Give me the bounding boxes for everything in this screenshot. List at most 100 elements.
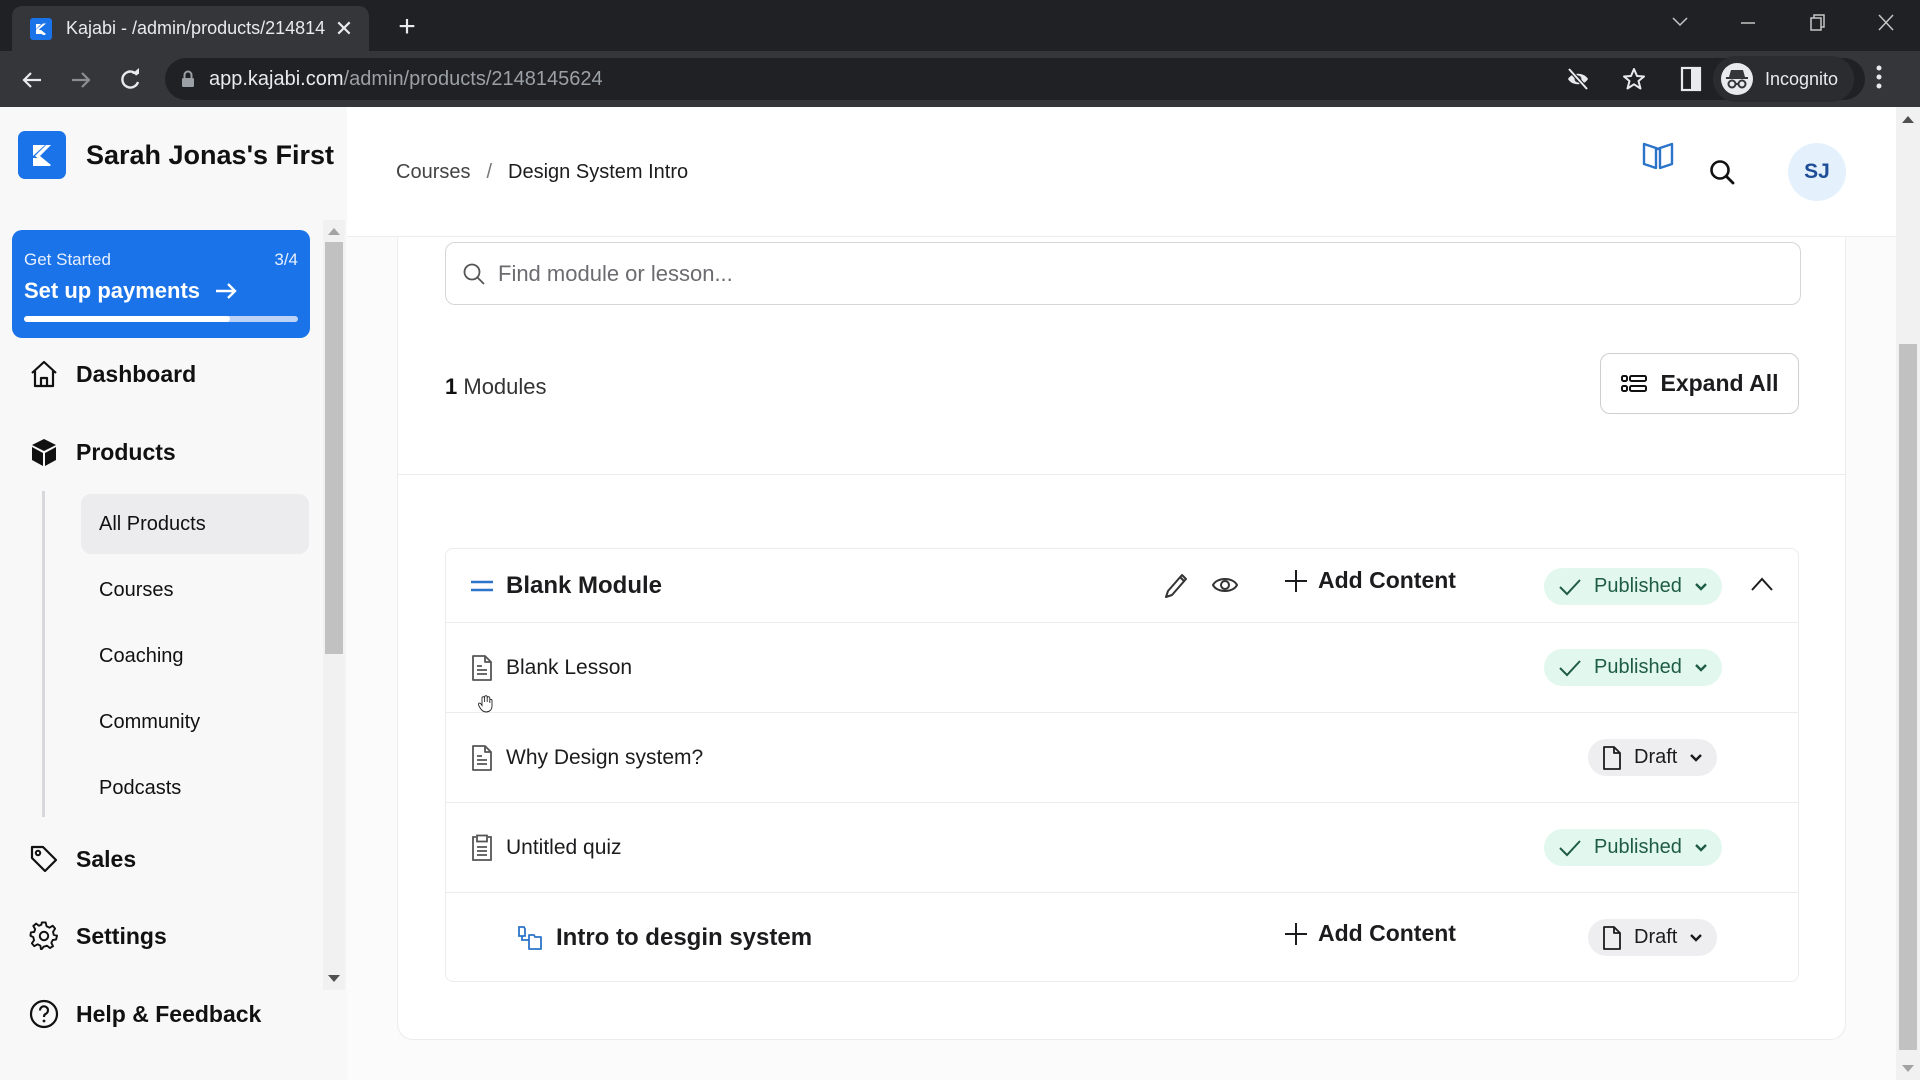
- sidebar-item-dashboard[interactable]: Dashboard: [28, 354, 196, 394]
- sidebar-item-settings[interactable]: Settings: [28, 916, 167, 956]
- sidebar-subitem-community[interactable]: Community: [81, 692, 309, 752]
- page-scroll-thumb[interactable]: [1899, 344, 1917, 1050]
- lesson-row[interactable]: Blank Lesson Published: [446, 623, 1798, 713]
- address-bar: app.kajabi.com/admin/products/2148145624…: [0, 51, 1920, 107]
- reload-icon[interactable]: [115, 65, 145, 95]
- url-bar[interactable]: app.kajabi.com/admin/products/2148145624: [165, 58, 1865, 100]
- sidebar-item-label: Settings: [76, 922, 167, 949]
- lesson-row[interactable]: Untitled quiz Published: [446, 803, 1798, 893]
- eye-off-icon[interactable]: [1565, 58, 1591, 100]
- tab-close-icon[interactable]: ✕: [333, 16, 355, 42]
- chevron-down-icon: [1694, 843, 1708, 853]
- quiz-icon: [468, 834, 496, 862]
- side-panel-icon[interactable]: [1678, 65, 1704, 93]
- chevron-down-icon: [1689, 933, 1703, 943]
- lesson-row[interactable]: Why Design system? Draft: [446, 713, 1798, 803]
- new-tab-button[interactable]: +: [392, 10, 422, 44]
- scroll-up-icon[interactable]: [1902, 116, 1914, 123]
- get-started-label: Get Started: [24, 250, 111, 269]
- submodule-title[interactable]: Intro to desgin system: [556, 924, 812, 952]
- expand-all-button[interactable]: Expand All: [1600, 353, 1799, 414]
- module-header-row[interactable]: Blank Module Add Content Published: [446, 549, 1798, 623]
- submodule-row[interactable]: Intro to desgin system Add Content Draft: [446, 893, 1798, 982]
- status-dropdown-draft[interactable]: Draft: [1588, 739, 1718, 776]
- cube-icon: [28, 436, 60, 468]
- get-started-card[interactable]: Get Started 3/4 Set up payments: [12, 230, 310, 338]
- restore-icon[interactable]: [1797, 8, 1837, 38]
- module-card: Blank Module Add Content Published Blank…: [445, 548, 1799, 982]
- plus-icon: [1284, 569, 1308, 593]
- check-icon: [1558, 659, 1582, 677]
- kajabi-logo-icon: [18, 131, 66, 179]
- url-path: /admin/products/2148145624: [343, 67, 603, 90]
- status-dropdown-published[interactable]: Published: [1544, 829, 1722, 866]
- tag-icon: [28, 843, 60, 875]
- add-content-label: Add Content: [1318, 567, 1456, 593]
- lesson-title[interactable]: Blank Lesson: [506, 656, 632, 680]
- submodule-folder-icon: [516, 925, 544, 951]
- breadcrumb-separator: /: [486, 161, 493, 183]
- url-text: app.kajabi.com/admin/products/2148145624: [209, 68, 603, 91]
- sidebar-item-sales[interactable]: Sales: [28, 839, 136, 879]
- status-dropdown-published[interactable]: Published: [1544, 649, 1722, 686]
- collapse-chevron-up-icon[interactable]: [1750, 576, 1774, 592]
- book-icon[interactable]: [1641, 140, 1675, 172]
- search-icon[interactable]: [1708, 158, 1736, 186]
- search-icon: [462, 262, 486, 286]
- status-dropdown-draft[interactable]: Draft: [1588, 919, 1718, 956]
- add-content-button[interactable]: Add Content: [1284, 920, 1456, 947]
- lesson-title[interactable]: Untitled quiz: [506, 836, 622, 860]
- preview-eye-icon[interactable]: [1211, 574, 1239, 596]
- sidebar: Sarah Jonas's First Get Started 3/4 Set …: [0, 107, 347, 1080]
- status-label: Draft: [1634, 746, 1678, 768]
- back-arrow-icon[interactable]: [17, 65, 47, 95]
- sidebar-item-help[interactable]: Help & Feedback: [28, 994, 261, 1034]
- get-started-progress-text: 3/4: [274, 250, 298, 269]
- minimize-icon[interactable]: [1728, 8, 1768, 38]
- sidebar-subitem-podcasts[interactable]: Podcasts: [81, 758, 309, 818]
- edit-pencil-icon[interactable]: [1163, 572, 1189, 600]
- site-name: Sarah Jonas's First: [86, 139, 335, 170]
- page-scrollbar[interactable]: [1896, 107, 1920, 1080]
- gear-icon: [28, 920, 60, 952]
- status-label: Published: [1594, 836, 1682, 858]
- sidebar-scroll-thumb[interactable]: [325, 242, 343, 654]
- status-dropdown-published[interactable]: Published: [1544, 568, 1722, 605]
- scroll-up-icon[interactable]: [328, 228, 340, 235]
- bookmark-star-icon[interactable]: [1621, 58, 1647, 100]
- home-icon: [28, 358, 60, 390]
- check-icon: [1558, 839, 1582, 857]
- drag-handle-icon[interactable]: [468, 579, 496, 593]
- close-window-icon[interactable]: [1866, 8, 1906, 38]
- sidebar-item-products[interactable]: Products: [28, 432, 176, 472]
- brand[interactable]: Sarah Jonas's First: [18, 131, 334, 179]
- scroll-down-icon[interactable]: [1902, 1065, 1914, 1072]
- chevron-down-icon: [1694, 582, 1708, 592]
- lesson-title[interactable]: Why Design system?: [506, 746, 703, 770]
- sidebar-subitem-all-products[interactable]: All Products: [81, 494, 309, 554]
- page-header: Courses / Design System Intro SJ: [347, 107, 1896, 237]
- forward-arrow-icon[interactable]: [66, 65, 96, 95]
- breadcrumb-current: Design System Intro: [508, 161, 689, 183]
- browser-tab[interactable]: Kajabi - /admin/products/2148145624 ✕: [12, 6, 369, 51]
- add-content-button[interactable]: Add Content: [1284, 567, 1456, 594]
- module-search-field[interactable]: [445, 242, 1801, 305]
- incognito-profile-button[interactable]: Incognito: [1713, 56, 1855, 102]
- user-avatar[interactable]: SJ: [1788, 143, 1846, 201]
- sidebar-scrollbar[interactable]: [323, 220, 345, 990]
- module-count-number: 1: [445, 374, 458, 399]
- sidebar-item-label: Products: [76, 438, 176, 465]
- breadcrumb: Courses / Design System Intro: [396, 161, 688, 184]
- get-started-progress-bar: [24, 316, 298, 322]
- module-search-input[interactable]: [498, 260, 1748, 287]
- submenu-indent-line: [42, 491, 45, 817]
- breadcrumb-courses[interactable]: Courses: [396, 161, 470, 184]
- sidebar-subitem-coaching[interactable]: Coaching: [81, 626, 309, 686]
- sidebar-subitem-courses[interactable]: Courses: [81, 560, 309, 620]
- scroll-down-icon[interactable]: [328, 975, 340, 982]
- tab-search-chevron-icon[interactable]: [1660, 8, 1700, 38]
- browser-menu-icon[interactable]: [1875, 63, 1895, 91]
- sidebar-item-label: Help & Feedback: [76, 1000, 262, 1027]
- course-outline-panel: 1 Modules Expand All Blank Module: [397, 237, 1846, 1040]
- module-title[interactable]: Blank Module: [506, 572, 662, 600]
